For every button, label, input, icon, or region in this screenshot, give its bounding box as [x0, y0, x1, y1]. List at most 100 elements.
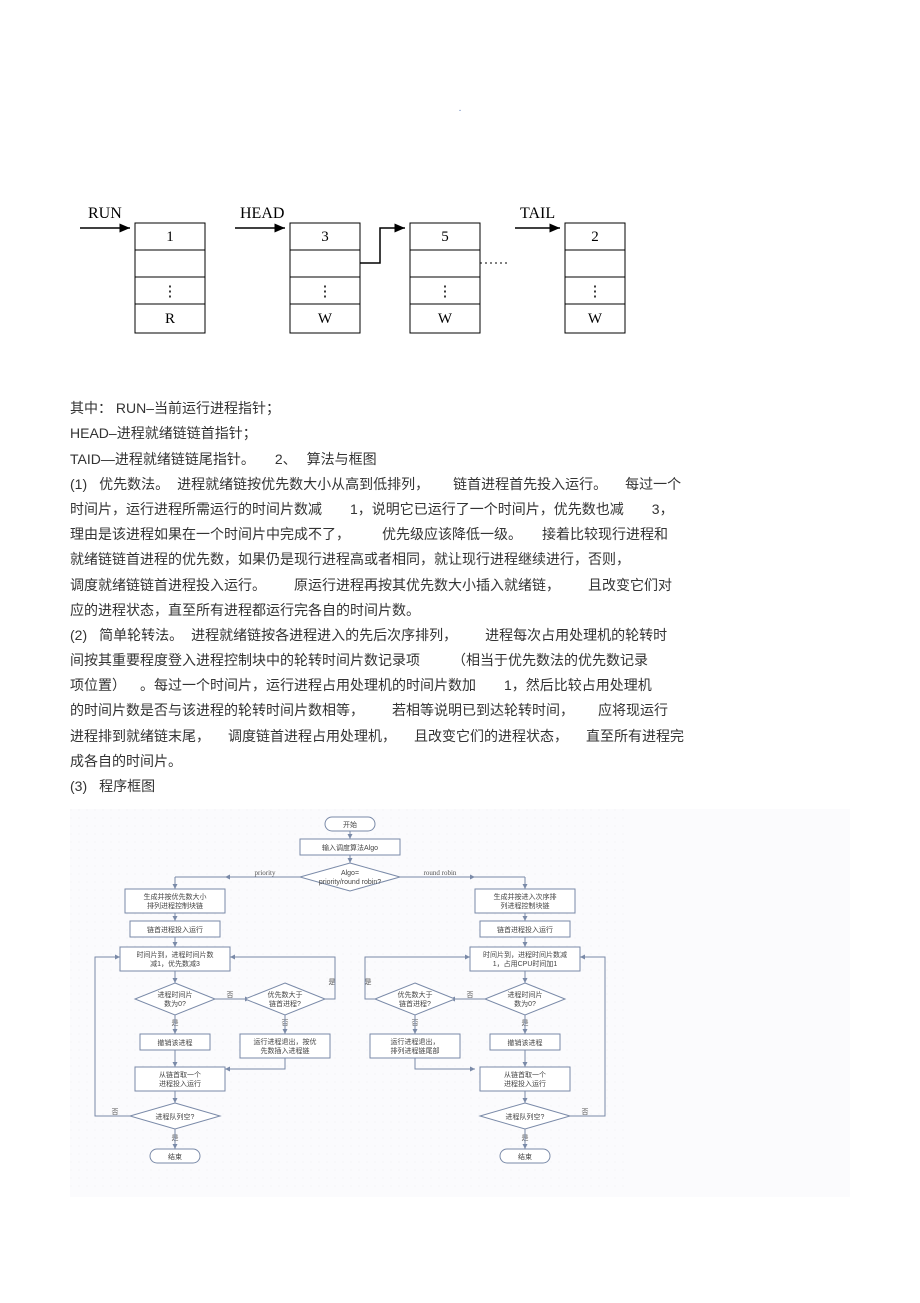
- svg-text:⋮: ⋮: [318, 284, 333, 300]
- text: 进程就绪链按优先数大小从高到低排列，: [177, 476, 429, 492]
- text: 调度就绪链链首进程投入运行。: [70, 577, 266, 593]
- svg-text:⋮: ⋮: [163, 284, 178, 300]
- svg-text:链首进程?: 链首进程?: [399, 999, 431, 1008]
- body-text: 其中： RUN–当前运行进程指针； HEAD–进程就绪链链首指针； TAID—进…: [70, 396, 850, 799]
- text: (3): [70, 778, 87, 794]
- svg-text:否: 否: [582, 1108, 589, 1116]
- run-label: RUN: [88, 205, 122, 222]
- svg-text:减1，优先数减3: 减1，优先数减3: [150, 959, 200, 968]
- text: 直至所有进程完: [586, 728, 684, 744]
- svg-text:1: 1: [166, 229, 174, 245]
- svg-text:priority: priority: [255, 869, 276, 877]
- text: –当前运行进程指针；: [146, 400, 280, 416]
- text: 进程就绪链按各进程进入的先后次序排列，: [191, 627, 457, 643]
- text: 且改变它们对: [588, 577, 672, 593]
- text: 成各自的时间片。: [70, 753, 182, 769]
- svg-text:进程投入运行: 进程投入运行: [159, 1079, 201, 1088]
- svg-text:Algo=: Algo=: [341, 870, 359, 877]
- text: 算法与框图: [307, 451, 377, 467]
- text: 每过一个: [625, 476, 681, 492]
- svg-text:运行进程退出，按优: 运行进程退出，按优: [254, 1037, 317, 1046]
- text: （相当于优先数法的优先数记录: [452, 652, 648, 668]
- svg-text:结束: 结束: [518, 1152, 532, 1161]
- pcb-box-2: 3 ⋮ W: [290, 223, 360, 333]
- text: 的时间片数是否与该进程的轮转时间片数相等，: [70, 702, 364, 718]
- svg-text:排列进程控制块链: 排列进程控制块链: [147, 901, 203, 910]
- svg-text:⋮: ⋮: [438, 284, 453, 300]
- svg-text:W: W: [318, 311, 333, 327]
- text: 简单轮转法。: [99, 627, 183, 643]
- text: 3: [652, 501, 660, 517]
- top-marker: .: [70, 100, 850, 118]
- text: 就绪链链首进程的优先数，如果仍是现行进程高或者相同，就让现行进程继续进行，否则，: [70, 551, 630, 567]
- svg-text:撤销该进程: 撤销该进程: [158, 1038, 193, 1047]
- svg-text:先数插入进程链: 先数插入进程链: [261, 1046, 310, 1055]
- svg-text:开始: 开始: [343, 820, 357, 829]
- svg-text:时间片到，进程时间片数: 时间片到，进程时间片数: [137, 950, 214, 959]
- text: 若相等说明已到达轮转时间，: [392, 702, 574, 718]
- text: ，然后比较占用处理机: [512, 677, 652, 693]
- svg-text:结束: 结束: [168, 1152, 182, 1161]
- svg-text:⋮: ⋮: [588, 284, 603, 300]
- svg-text:排列进程链尾部: 排列进程链尾部: [391, 1046, 440, 1055]
- svg-text:否: 否: [112, 1108, 119, 1116]
- text: (1): [70, 476, 87, 492]
- svg-text:2: 2: [591, 229, 599, 245]
- text: –进程就绪链链首指针；: [109, 425, 257, 441]
- svg-text:是: 是: [365, 978, 372, 986]
- pcb-box-1: 1 ⋮ R: [135, 223, 205, 333]
- text: 且改变它们的进程状态，: [414, 728, 568, 744]
- svg-text:W: W: [588, 311, 603, 327]
- svg-text:否: 否: [467, 991, 474, 999]
- head-label: HEAD: [240, 205, 284, 222]
- text: 优先数法。: [99, 476, 169, 492]
- text: 调度链首进程占用处理机，: [228, 728, 396, 744]
- tail-label: TAIL: [520, 205, 555, 222]
- text: 链首进程首先投入运行。: [453, 476, 607, 492]
- svg-text:round robin: round robin: [424, 869, 457, 877]
- text: 2、: [275, 451, 297, 467]
- svg-text:优先数大于: 优先数大于: [268, 990, 303, 999]
- svg-text:是: 是: [329, 978, 336, 986]
- svg-text:时间片到，进程时间片数减: 时间片到，进程时间片数减: [483, 950, 567, 959]
- svg-text:R: R: [165, 311, 175, 327]
- text: RUN: [116, 400, 146, 416]
- svg-text:运行进程退出，: 运行进程退出，: [391, 1037, 440, 1046]
- svg-text:进程队列空?: 进程队列空?: [156, 1112, 195, 1121]
- text: TAID: [70, 451, 101, 467]
- text: ，说明它已运行了一个时间片，优先数也减: [358, 501, 624, 517]
- text: 1: [350, 501, 358, 517]
- text: 程序框图: [99, 778, 155, 794]
- text: 应将现运行: [598, 702, 668, 718]
- svg-text:进程时间片: 进程时间片: [158, 990, 193, 999]
- svg-text:优先数大于: 优先数大于: [398, 990, 433, 999]
- text: 进程排到就绪链末尾，: [70, 728, 210, 744]
- svg-text:1，占用CPU时间加1: 1，占用CPU时间加1: [493, 959, 558, 968]
- text: 应的进程状态，直至所有进程都运行完各自的时间片数。: [70, 602, 420, 618]
- svg-text:priority/round robin?: priority/round robin?: [319, 879, 381, 886]
- text: 间按其重要程度登入进程控制块中的轮转时间片数记录项: [70, 652, 420, 668]
- svg-text:5: 5: [441, 229, 449, 245]
- flowchart-diagram: 开始 输入调度算法Algo Algo=priority/round robin?…: [70, 809, 850, 1197]
- text: 1: [504, 677, 512, 693]
- document-page: . RUN 1⋮R HEAD 3⋮W 5⋮W TAIL 2⋮W 其中： RUN–…: [0, 0, 920, 1237]
- text: 其中：: [70, 400, 112, 416]
- svg-text:列进程控制块链: 列进程控制块链: [501, 901, 550, 910]
- svg-text:3: 3: [321, 229, 329, 245]
- text: ，: [660, 501, 674, 517]
- text: —进程就绪链链尾指针。: [101, 451, 255, 467]
- svg-text:链首进程投入运行: 链首进程投入运行: [497, 925, 553, 934]
- svg-text:生成并按进入次序排: 生成并按进入次序排: [494, 892, 557, 901]
- svg-text:进程投入运行: 进程投入运行: [504, 1079, 546, 1088]
- text: 时间片，运行进程所需运行的时间片数减: [70, 501, 322, 517]
- svg-text:撤销该进程: 撤销该进程: [508, 1038, 543, 1047]
- text: 优先级应该降低一级。: [382, 526, 522, 542]
- svg-text:进程队列空?: 进程队列空?: [506, 1112, 545, 1121]
- svg-text:链首进程投入运行: 链首进程投入运行: [147, 925, 203, 934]
- text: HEAD: [70, 425, 109, 441]
- text: 进程每次占用处理机的轮转时: [485, 627, 667, 643]
- text: (2): [70, 627, 87, 643]
- svg-text:生成并按优先数大小: 生成并按优先数大小: [144, 892, 207, 901]
- svg-text:数为0?: 数为0?: [514, 999, 536, 1008]
- pcb-box-4: 2 ⋮ W: [565, 223, 625, 333]
